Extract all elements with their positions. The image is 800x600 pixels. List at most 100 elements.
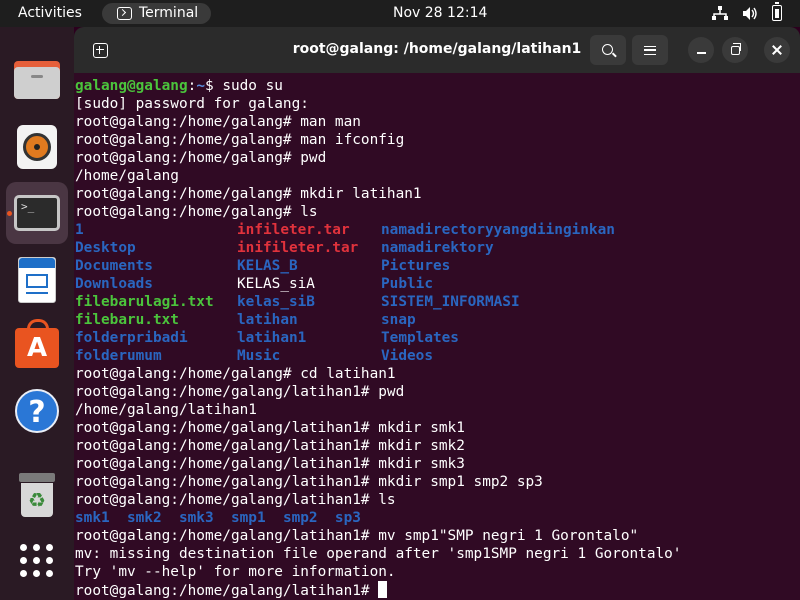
terminal-line: smk1 smk2 smk3 smp1 smp2 sp3 xyxy=(75,509,800,527)
ls-entry: Templates xyxy=(381,330,459,346)
dock-item-terminal[interactable]: >_ xyxy=(6,182,68,244)
ls-entry: snap xyxy=(381,312,416,328)
terminal-line: 1 infileter.tar namadirectoryyangdiinginka… xyxy=(75,221,800,239)
terminal-line: root@galang:/home/galang# ls xyxy=(75,203,800,221)
ls-entry: Downloads xyxy=(75,276,153,292)
ls-entry: smk1 xyxy=(75,510,110,526)
terminal-line: root@galang:/home/galang/latihan1# ls xyxy=(75,491,800,509)
ls-entry: namadirectoryyangdiinginkan xyxy=(381,222,615,238)
output-text: mv: missing destination file operand aft… xyxy=(75,546,682,562)
ls-entry: filebarulagi.txt xyxy=(75,294,214,310)
search-button[interactable] xyxy=(590,35,626,65)
ls-gap xyxy=(266,510,283,526)
terminal-line: filebarulagi.txt kelas_siB SISTEM_INFORMAS… xyxy=(75,293,800,311)
prompt-path: ~ xyxy=(196,78,205,94)
prompt-user: galang@galang xyxy=(75,78,188,94)
app-menu-button[interactable]: Terminal xyxy=(102,3,211,24)
dock-item-rhythmbox[interactable] xyxy=(6,116,68,178)
terminal-line: root@galang:/home/galang/latihan1# mkdir… xyxy=(75,437,800,455)
terminal-line: /home/galang xyxy=(75,167,800,185)
dock-item-trash[interactable]: ♻ xyxy=(6,464,68,526)
terminal-line: root@galang:/home/galang# man ifconfig xyxy=(75,131,800,149)
terminal-line: root@galang:/home/galang/latihan1# pwd xyxy=(75,383,800,401)
rhythmbox-icon xyxy=(17,125,57,169)
output-text: root@galang:/home/galang# man ifconfig xyxy=(75,132,405,148)
text-cursor xyxy=(378,581,388,598)
prompt-sep: : xyxy=(187,78,197,94)
dock-item-help[interactable]: ? xyxy=(6,380,68,442)
close-button[interactable] xyxy=(764,37,790,63)
dock-item-show-apps[interactable] xyxy=(6,530,68,592)
command-text: sudo su xyxy=(213,78,283,94)
new-tab-button[interactable] xyxy=(84,34,116,66)
running-indicator xyxy=(7,211,12,216)
maximize-button[interactable] xyxy=(722,37,748,63)
show-apps-icon xyxy=(20,544,54,578)
terminal-line: root@galang:/home/galang/latihan1# mkdir… xyxy=(75,419,800,437)
terminal-line: root@galang:/home/galang# pwd xyxy=(75,149,800,167)
app-center-icon: A xyxy=(15,319,59,368)
ls-entry: Documents xyxy=(75,258,153,274)
ls-entry: latihan1 xyxy=(237,330,307,346)
ls-entry: smp1 xyxy=(230,510,266,526)
ls-entry: Music xyxy=(237,348,281,364)
output-text: root@galang:/home/galang# cd latihan1 xyxy=(75,366,396,382)
minimize-icon xyxy=(696,52,706,54)
terminal-line: root@galang:/home/galang# mkdir latihan1 xyxy=(75,185,800,203)
output-text: root@galang:/home/galang/latihan1# mv sm… xyxy=(75,528,639,544)
terminal-line: root@galang:/home/galang/latihan1# mkdir… xyxy=(75,473,800,491)
top-bar: Activities Terminal Nov 28 12:14 xyxy=(0,0,800,27)
close-icon xyxy=(771,44,783,56)
ls-entry: KELAS_B xyxy=(237,258,298,274)
terminal-line: root@galang:/home/galang/latihan1# xyxy=(75,581,800,599)
dock-item-app-center[interactable]: A xyxy=(6,314,68,376)
prompt-symbol: $ xyxy=(204,78,214,94)
output-text: root@galang:/home/galang# mkdir latihan1 xyxy=(75,186,422,202)
terminal-line: folderumum Music Videos xyxy=(75,347,800,365)
ls-entry: folderumum xyxy=(75,348,162,364)
system-tray[interactable] xyxy=(712,2,782,21)
ls-gap xyxy=(110,510,127,526)
output-text: root@galang:/home/galang/latihan1# mkdir… xyxy=(75,456,465,472)
trash-icon: ♻ xyxy=(19,473,55,517)
ls-entry: inifileter.tar xyxy=(237,240,359,256)
ls-entry: filebaru.txt xyxy=(75,312,179,328)
terminal-line: root@galang:/home/galang/latihan1# mkdir… xyxy=(75,455,800,473)
dock-item-files[interactable] xyxy=(6,49,68,111)
files-icon xyxy=(14,61,60,99)
ls-entry: 1 xyxy=(75,222,84,238)
ls-gap xyxy=(318,510,335,526)
help-icon: ? xyxy=(15,389,59,433)
minimize-button[interactable] xyxy=(688,37,714,63)
restore-icon xyxy=(730,42,741,55)
volume-icon[interactable] xyxy=(742,6,758,21)
battery-icon[interactable] xyxy=(772,2,782,21)
ls-entry: Desktop xyxy=(75,240,136,256)
ls-entry: folderpribadi xyxy=(75,330,188,346)
prompt-text: root@galang:/home/galang/latihan1# xyxy=(75,583,379,599)
ls-entry: sp3 xyxy=(334,510,361,526)
output-text: root@galang:/home/galang/latihan1# pwd xyxy=(75,384,405,400)
output-text: root@galang:/home/galang# pwd xyxy=(75,150,327,166)
output-text: root@galang:/home/galang# ls xyxy=(75,204,318,220)
output-text: root@galang:/home/galang/latihan1# mkdir… xyxy=(75,438,465,454)
output-text: Try 'mv --help' for more information. xyxy=(75,564,396,580)
clock[interactable]: Nov 28 12:14 xyxy=(393,5,487,21)
ls-entry: SISTEM_INFORMASI xyxy=(381,294,520,310)
window-header[interactable]: root@galang: /home/galang/latihan1 xyxy=(74,27,800,73)
terminal-line: mv: missing destination file operand aft… xyxy=(75,545,800,563)
terminal-line: Try 'mv --help' for more information. xyxy=(75,563,800,581)
terminal-line: root@galang:/home/galang# man man xyxy=(75,113,800,131)
network-icon[interactable] xyxy=(712,5,728,21)
terminal-line: galang@galang:~$ sudo su xyxy=(75,77,800,95)
output-text: root@galang:/home/galang# man man xyxy=(75,114,361,130)
ls-entry: namadirektory xyxy=(381,240,494,256)
activities-button[interactable]: Activities xyxy=(18,5,82,21)
hamburger-icon xyxy=(644,45,656,55)
menu-button[interactable] xyxy=(632,35,668,65)
ls-entry: kelas_siB xyxy=(237,294,315,310)
terminal-output[interactable]: galang@galang:~$ sudo su [sudo] password … xyxy=(74,73,800,600)
ls-entry: latihan xyxy=(237,312,298,328)
dock-item-writer[interactable] xyxy=(6,249,68,311)
ls-entry: smk3 xyxy=(178,510,214,526)
